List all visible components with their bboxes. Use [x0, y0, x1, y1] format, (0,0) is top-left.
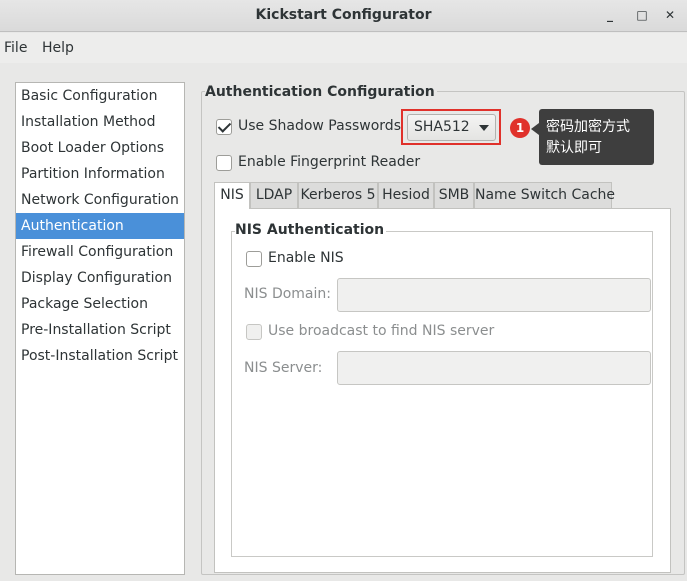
chevron-down-icon [479, 125, 489, 131]
nis-domain-input[interactable] [337, 278, 651, 312]
fingerprint-reader-checkbox[interactable] [216, 155, 232, 171]
sidebar-item-post-installation-script[interactable]: Post-Installation Script [16, 343, 184, 369]
annotation-number-badge: 1 [510, 118, 530, 138]
sidebar-item-authentication[interactable]: Authentication [16, 213, 184, 239]
minimize-icon[interactable]: _ [601, 6, 619, 24]
title-bar: Kickstart Configurator _ □ ✕ [0, 0, 687, 32]
sidebar-item-partition-information[interactable]: Partition Information [16, 161, 184, 187]
annotation-line-1: 密码加密方式 [546, 117, 654, 138]
nis-domain-label: NIS Domain: [244, 286, 331, 302]
nis-server-label: NIS Server: [244, 360, 322, 376]
sidebar-item-firewall-configuration[interactable]: Firewall Configuration [16, 239, 184, 265]
tab-name-switch-cache[interactable]: Name Switch Cache [474, 182, 612, 208]
sidebar-item-boot-loader-options[interactable]: Boot Loader Options [16, 135, 184, 161]
shadow-passwords-checkbox[interactable] [216, 119, 232, 135]
nis-section-title: NIS Authentication [235, 222, 386, 238]
sidebar-item-package-selection[interactable]: Package Selection [16, 291, 184, 317]
annotation-line-2: 默认即可 [546, 138, 654, 159]
encryption-dropdown-value: SHA512 [414, 119, 470, 135]
menu-file[interactable]: File [4, 40, 27, 56]
tab-hesiod[interactable]: Hesiod [378, 182, 434, 208]
sidebar-item-basic-configuration[interactable]: Basic Configuration [16, 83, 184, 109]
menu-help[interactable]: Help [42, 40, 74, 56]
sidebar-item-pre-installation-script[interactable]: Pre-Installation Script [16, 317, 184, 343]
sidebar-item-network-configuration[interactable]: Network Configuration [16, 187, 184, 213]
window-title: Kickstart Configurator [0, 7, 687, 23]
sidebar-item-display-configuration[interactable]: Display Configuration [16, 265, 184, 291]
annotation-callout: 密码加密方式 默认即可 [539, 109, 654, 165]
encryption-dropdown[interactable]: SHA512 [407, 114, 496, 141]
enable-nis-checkbox[interactable] [246, 251, 262, 267]
authentication-section-title: Authentication Configuration [205, 84, 437, 100]
nis-server-input[interactable] [337, 351, 651, 385]
tab-ldap[interactable]: LDAP [250, 182, 298, 208]
tab-kerberos-5[interactable]: Kerberos 5 [298, 182, 378, 208]
tab-nis[interactable]: NIS [214, 182, 250, 209]
tab-smb[interactable]: SMB [434, 182, 474, 208]
broadcast-checkbox[interactable] [246, 324, 262, 340]
enable-nis-label: Enable NIS [268, 250, 344, 266]
shadow-passwords-label: Use Shadow Passwords [238, 118, 401, 134]
menu-bar: File Help [0, 33, 687, 63]
sidebar-nav: Basic Configuration Installation Method … [15, 82, 185, 575]
maximize-icon[interactable]: □ [633, 6, 651, 24]
sidebar-item-installation-method[interactable]: Installation Method [16, 109, 184, 135]
broadcast-label: Use broadcast to find NIS server [268, 323, 494, 339]
close-icon[interactable]: ✕ [661, 6, 679, 24]
fingerprint-reader-label: Enable Fingerprint Reader [238, 154, 420, 170]
